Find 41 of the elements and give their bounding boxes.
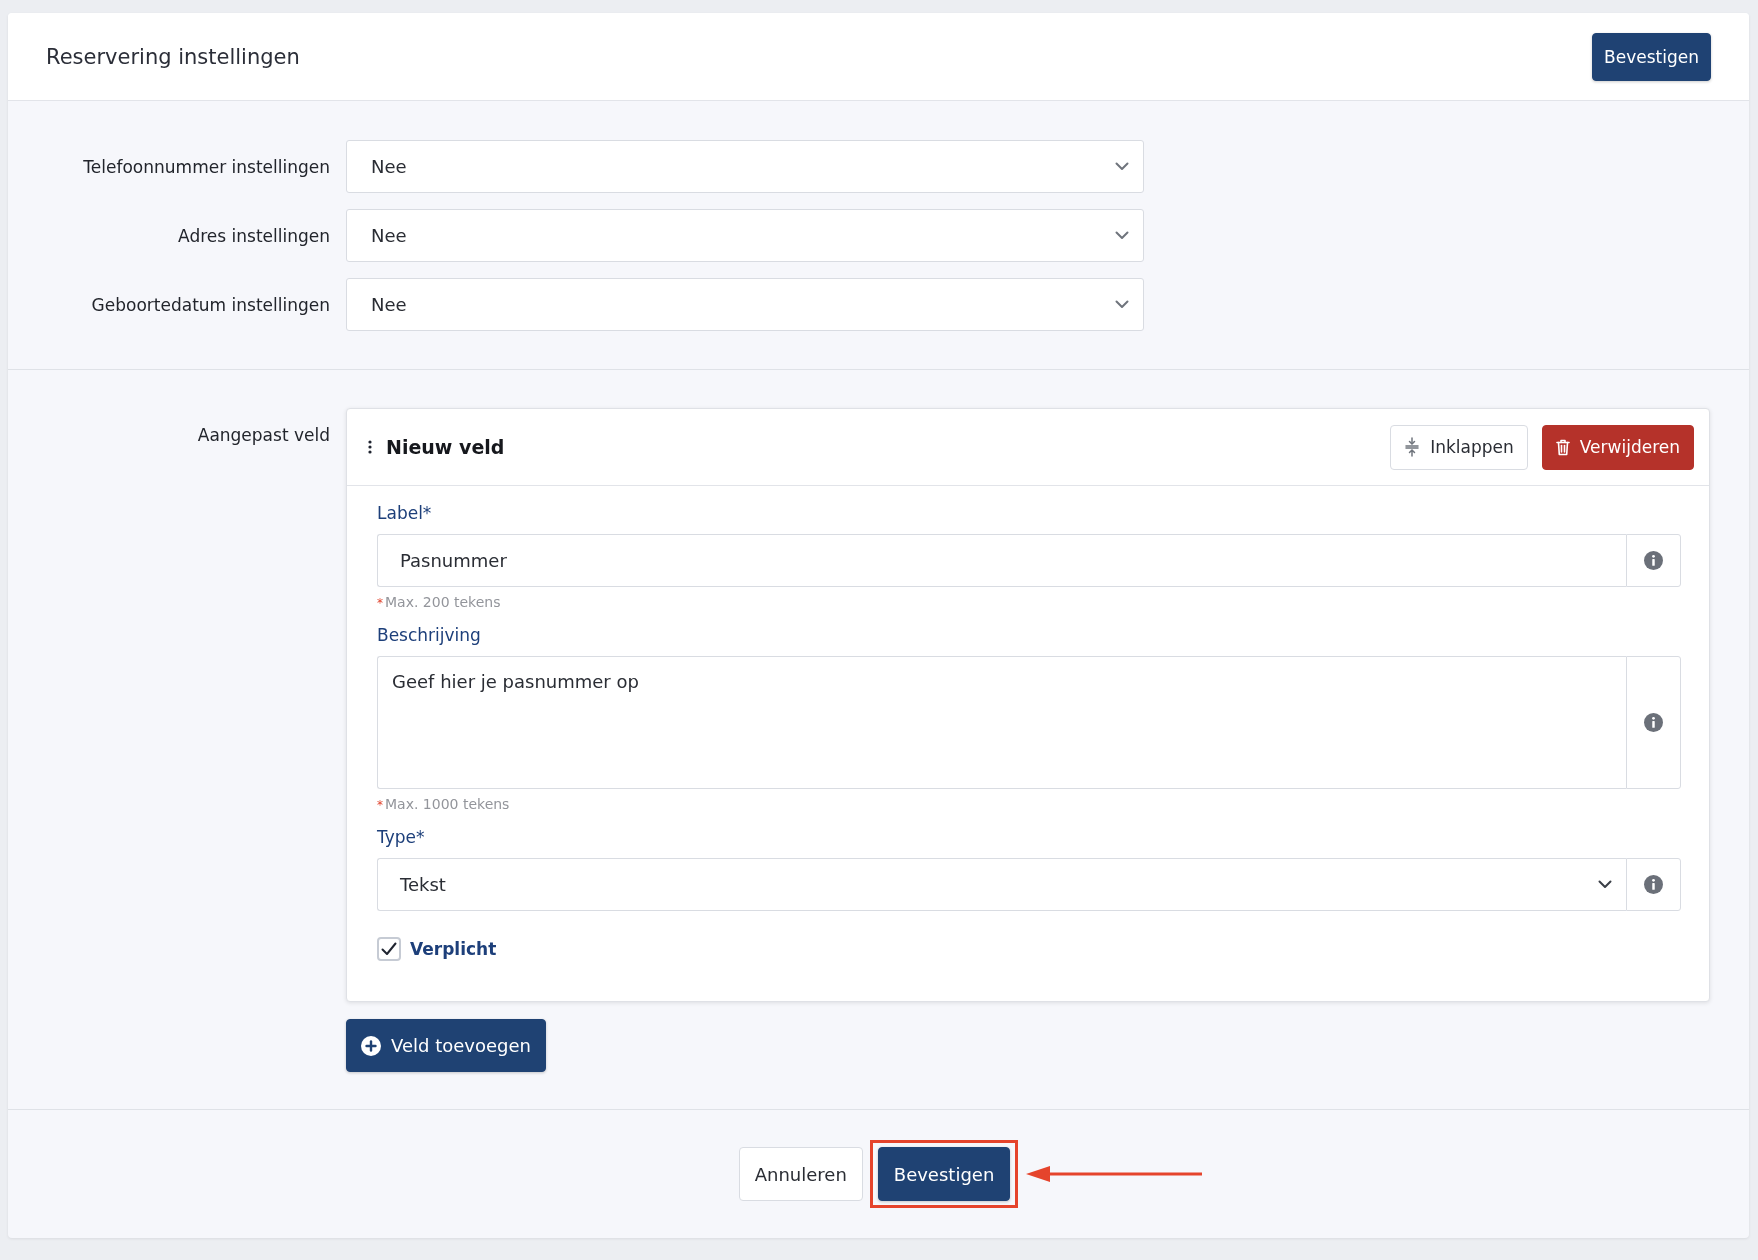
setting-label: Telefoonnummer instellingen — [83, 156, 330, 177]
dropdown-field[interactable]: Tekst — [377, 858, 1626, 911]
setting-label: Geboortedatum instellingen — [91, 294, 330, 315]
page-title: Reservering instellingen — [46, 44, 300, 69]
add-field-button[interactable]: Veld toevoegen — [346, 1019, 546, 1072]
checkbox[interactable] — [377, 937, 401, 961]
chevron-down-icon — [1115, 231, 1129, 240]
hint-text: Max. 200 tekens — [385, 593, 501, 611]
field-label: Type* — [377, 826, 425, 848]
footer-button[interactable]: Bevestigen — [877, 1147, 1011, 1201]
info-icon — [1644, 551, 1663, 570]
dropdown-field[interactable]: Nee — [346, 140, 1144, 193]
field-label: Beschrijving — [377, 624, 481, 646]
collapse-button[interactable]: Inklappen — [1390, 424, 1528, 470]
plus-circle-icon — [361, 1035, 381, 1056]
chevron-down-icon — [1115, 300, 1129, 309]
trash-icon — [1555, 438, 1570, 456]
setting-label: Adres instellingen — [178, 225, 330, 246]
hint-text: Max. 1000 tekens — [385, 795, 510, 813]
text-input[interactable]: Pasnummer — [377, 534, 1626, 587]
info-icon — [1644, 713, 1663, 732]
section-label: Aangepast veld — [197, 425, 330, 445]
info-button[interactable] — [1626, 534, 1681, 587]
info-icon — [1644, 875, 1663, 894]
vertical-dots-icon[interactable] — [368, 440, 372, 454]
dropdown-field[interactable]: Nee — [346, 278, 1144, 331]
dropdown-field[interactable]: Nee — [346, 209, 1144, 262]
required-asterisk: * — [377, 797, 383, 814]
info-button[interactable] — [1626, 656, 1681, 789]
required-asterisk: * — [377, 595, 383, 612]
checkbox-label[interactable]: Verplicht — [410, 939, 497, 959]
collapse-icon — [1404, 437, 1421, 457]
field-label: Label* — [377, 502, 432, 524]
info-button[interactable] — [1626, 858, 1681, 911]
delete-button[interactable]: Verwijderen — [1541, 424, 1694, 470]
textarea-field[interactable]: Geef hier je pasnummer op — [377, 656, 1626, 789]
chevron-down-icon — [1115, 162, 1129, 171]
chevron-down-icon — [1598, 880, 1612, 889]
field-title: Nieuw veld — [386, 436, 505, 458]
confirm-button[interactable]: Bevestigen — [1592, 32, 1711, 81]
footer-button[interactable]: Annuleren — [738, 1147, 863, 1201]
